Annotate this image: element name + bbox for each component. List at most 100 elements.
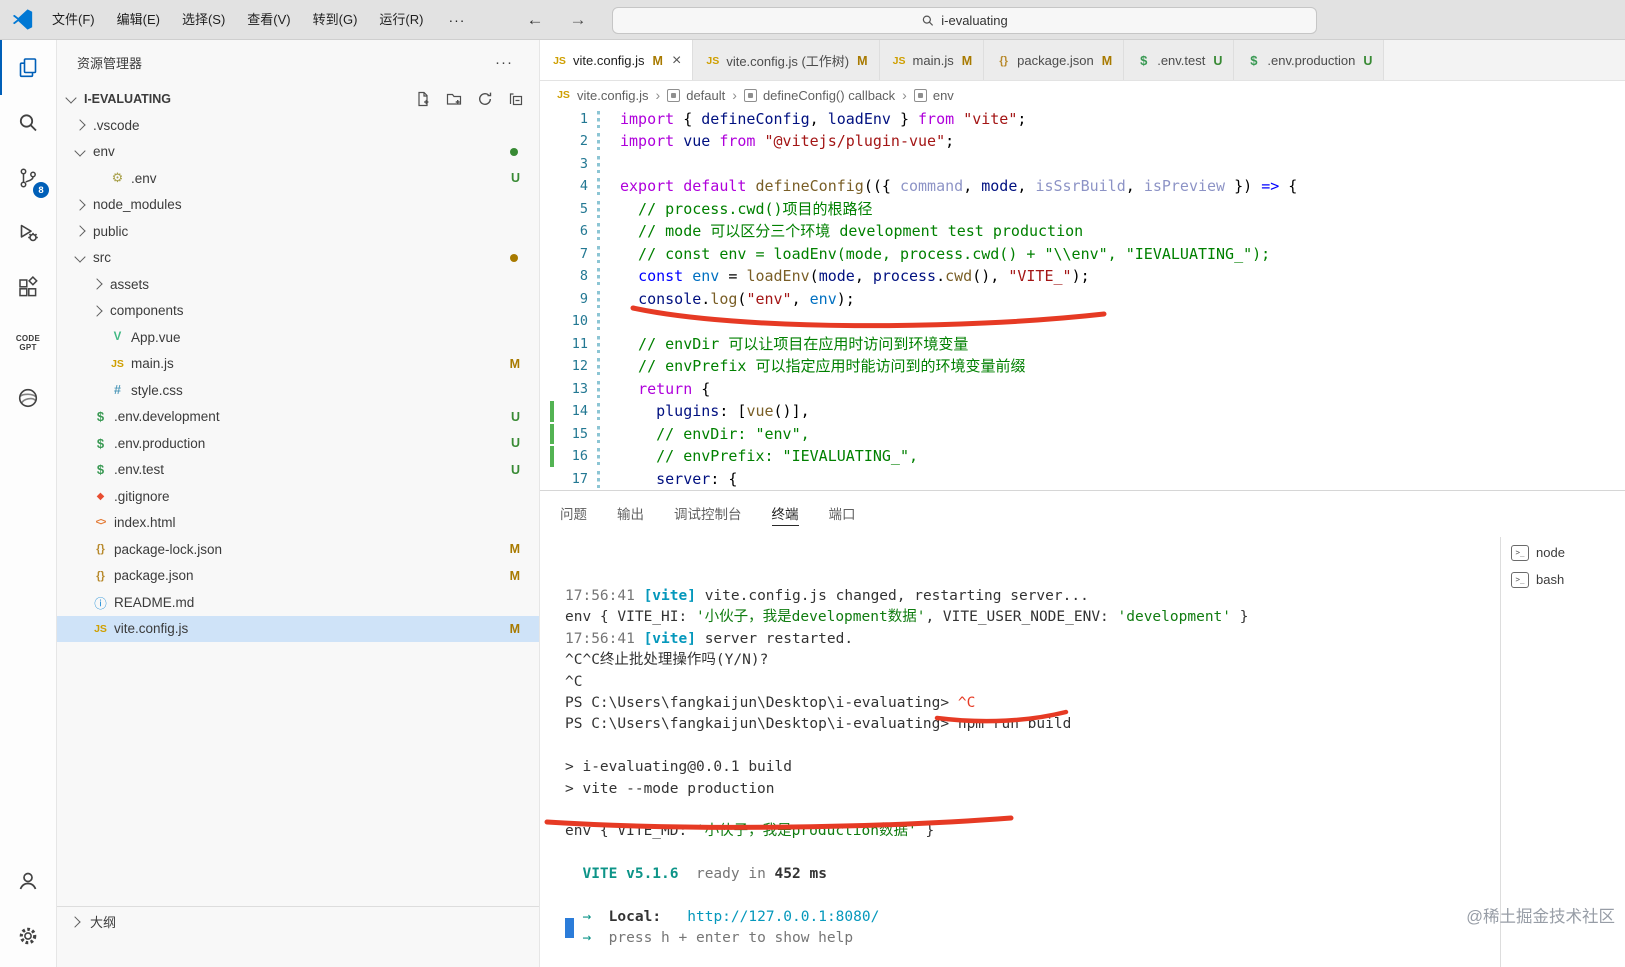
code-line[interactable]: 8 const env = loadEnv(mode, process.cwd(… [540, 265, 1625, 287]
code-token: server [656, 469, 711, 488]
back-button[interactable]: ← [513, 10, 556, 30]
tree-item-.env.development[interactable]: $ .env.development U [57, 404, 539, 431]
tab-.env.production[interactable]: $ .env.production U [1234, 40, 1385, 80]
tree-item-.env.test[interactable]: $ .env.test U [57, 457, 539, 484]
tree-item-src[interactable]: src [57, 245, 539, 272]
project-root-label: I-EVALUATING [84, 91, 172, 106]
tree-item-vite.config.js[interactable]: JS vite.config.js M [57, 615, 539, 642]
tab-vite.config.js[interactable]: JS vite.config.js M × [540, 40, 694, 80]
tree-item-package-lock.json[interactable]: {} package-lock.json M [57, 536, 539, 563]
menu-item[interactable]: 查看(V) [236, 0, 301, 40]
new-file-button[interactable] [412, 88, 434, 110]
code-line[interactable]: 14 plugins: [vue()], [540, 400, 1625, 423]
code-line[interactable]: 16 // envPrefix: "IEVALUATING_", [540, 445, 1625, 467]
activity-codegpt[interactable]: CODE GPT [0, 315, 56, 370]
activity-source-control[interactable]: 8 [0, 150, 56, 205]
panel-tab-终端[interactable]: 终端 [771, 503, 799, 526]
terminal-instance-node[interactable]: >_ node [1501, 539, 1625, 566]
activity-account[interactable] [0, 853, 56, 908]
sidebar-more-button[interactable]: ··· [495, 54, 513, 71]
tree-item-index.html[interactable]: <> index.html [57, 510, 539, 537]
tree-item-node_modules[interactable]: node_modules [57, 192, 539, 219]
code-line[interactable]: 6 // mode 可以区分三个环境 development test prod… [540, 220, 1625, 242]
tab-package.json[interactable]: {} package.json M [984, 40, 1125, 80]
code-token: "vite" [963, 110, 1018, 128]
collapse-all-icon[interactable] [505, 88, 527, 110]
code-line[interactable]: 2 import vue from "@vitejs/plugin-vue"; [540, 130, 1625, 152]
close-icon[interactable]: × [672, 52, 681, 69]
tree-item-env[interactable]: env [57, 139, 539, 166]
breadcrumb-item[interactable]: JS vite.config.js [555, 88, 648, 103]
terminal-line: > i-evaluating@0.0.1 build [565, 757, 1500, 778]
refresh-icon[interactable] [474, 88, 496, 110]
breadcrumb-item[interactable]: defineConfig() callback [743, 88, 895, 103]
forward-button[interactable]: → [556, 10, 599, 30]
breadcrumb-item[interactable]: env [913, 88, 954, 103]
menu-item[interactable]: 编辑(E) [106, 0, 171, 40]
activity-extensions[interactable] [0, 260, 56, 315]
tree-item-.env[interactable]: ⚙ .env U [57, 165, 539, 192]
project-root-header[interactable]: I-EVALUATING [57, 85, 539, 112]
terminal[interactable]: 17:56:41 [vite] vite.config.js changed, … [540, 537, 1500, 967]
code-token: mode [818, 267, 855, 286]
code-token: console [638, 289, 702, 308]
tree-item-.gitignore[interactable]: ◆ .gitignore [57, 483, 539, 510]
activity-settings[interactable] [0, 908, 56, 963]
tree-item-public[interactable]: public [57, 218, 539, 245]
code-line[interactable]: 12 // envPrefix 可以指定应用时能访问到的环境变量前缀 [540, 355, 1625, 377]
menu-item[interactable]: 转到(G) [302, 0, 369, 40]
activity-browser[interactable] [0, 370, 56, 425]
menu-item[interactable]: 文件(F) [41, 0, 106, 40]
tree-item-components[interactable]: components [57, 298, 539, 325]
tree-item-App.vue[interactable]: V App.vue [57, 324, 539, 351]
tree-item-main.js[interactable]: JS main.js M [57, 351, 539, 378]
code-line[interactable]: 3 [540, 153, 1625, 175]
tree-item-.vscode[interactable]: .vscode [57, 112, 539, 139]
code-line[interactable]: 9 console.log("env", env); [540, 288, 1625, 310]
menu-more-button[interactable]: ··· [434, 12, 479, 28]
code-editor[interactable]: 1 import { defineConfig, loadEnv } from "… [540, 108, 1625, 490]
panel-tab-输出[interactable]: 输出 [617, 503, 644, 525]
code-line[interactable]: 10 [540, 310, 1625, 332]
code-token: "@vitejs/plugin-vue" [764, 132, 946, 151]
activity-run-debug[interactable] [0, 205, 56, 260]
tree-item-package.json[interactable]: {} package.json M [57, 563, 539, 590]
command-center-search[interactable]: i-evaluating [612, 7, 1317, 34]
terminal-line: → Local: http://127.0.0.1:8080/ [565, 907, 1500, 928]
code-line[interactable]: 11 // envDir 可以让项目在应用时访问到环境变量 [540, 333, 1625, 355]
tree-item-style.css[interactable]: # style.css [57, 377, 539, 404]
code-line[interactable]: 17 server: { [540, 468, 1625, 490]
code-token: ); [836, 289, 855, 308]
menu-item[interactable]: 运行(R) [368, 0, 434, 40]
js-file-icon: JS [892, 54, 906, 67]
outline-header[interactable]: 大纲 [57, 907, 539, 936]
code-line[interactable]: 15 // envDir: "env", [540, 423, 1625, 445]
terminal-instance-bash[interactable]: >_ bash [1501, 566, 1625, 593]
activity-search[interactable] [0, 95, 56, 150]
breadcrumb-item[interactable]: default [667, 88, 725, 103]
tab-vite.config.js (工作树)[interactable]: JS vite.config.js (工作树) M [693, 40, 880, 80]
tree-item-.env.production[interactable]: $ .env.production U [57, 430, 539, 457]
tab-.env.test[interactable]: $ .env.test U [1124, 40, 1235, 80]
panel-tab-端口[interactable]: 端口 [829, 503, 856, 525]
panel-tab-问题[interactable]: 问题 [560, 503, 587, 525]
code-line[interactable]: 7 // const env = loadEnv(mode, process.c… [540, 243, 1625, 265]
new-folder-button[interactable] [443, 88, 465, 110]
menu-item[interactable]: 选择(S) [171, 0, 236, 40]
code-line[interactable]: 4 export default defineConfig(({ command,… [540, 175, 1625, 197]
code-line[interactable]: 13 return { [540, 378, 1625, 400]
code-line[interactable]: 1 import { defineConfig, loadEnv } from "… [540, 108, 1625, 130]
tree-item-assets[interactable]: assets [57, 271, 539, 298]
menu-bar: 文件(F) 编辑(E) 选择(S) 查看(V) 转到(G) 运行(R) [41, 0, 434, 40]
activity-explorer[interactable] [0, 40, 56, 95]
panel-tab-bar: 问题 输出 调试控制台 终端 端口 [540, 491, 1625, 537]
chevron-right-icon [91, 305, 103, 317]
tab-main.js[interactable]: JS main.js M [879, 40, 985, 80]
panel-tab-调试控制台[interactable]: 调试控制台 [674, 503, 742, 525]
code-line[interactable]: 5 // process.cwd()项目的根路径 [540, 198, 1625, 220]
chevron-right-icon [69, 915, 81, 928]
tree-item-README.md[interactable]: ⓘ README.md [57, 589, 539, 616]
